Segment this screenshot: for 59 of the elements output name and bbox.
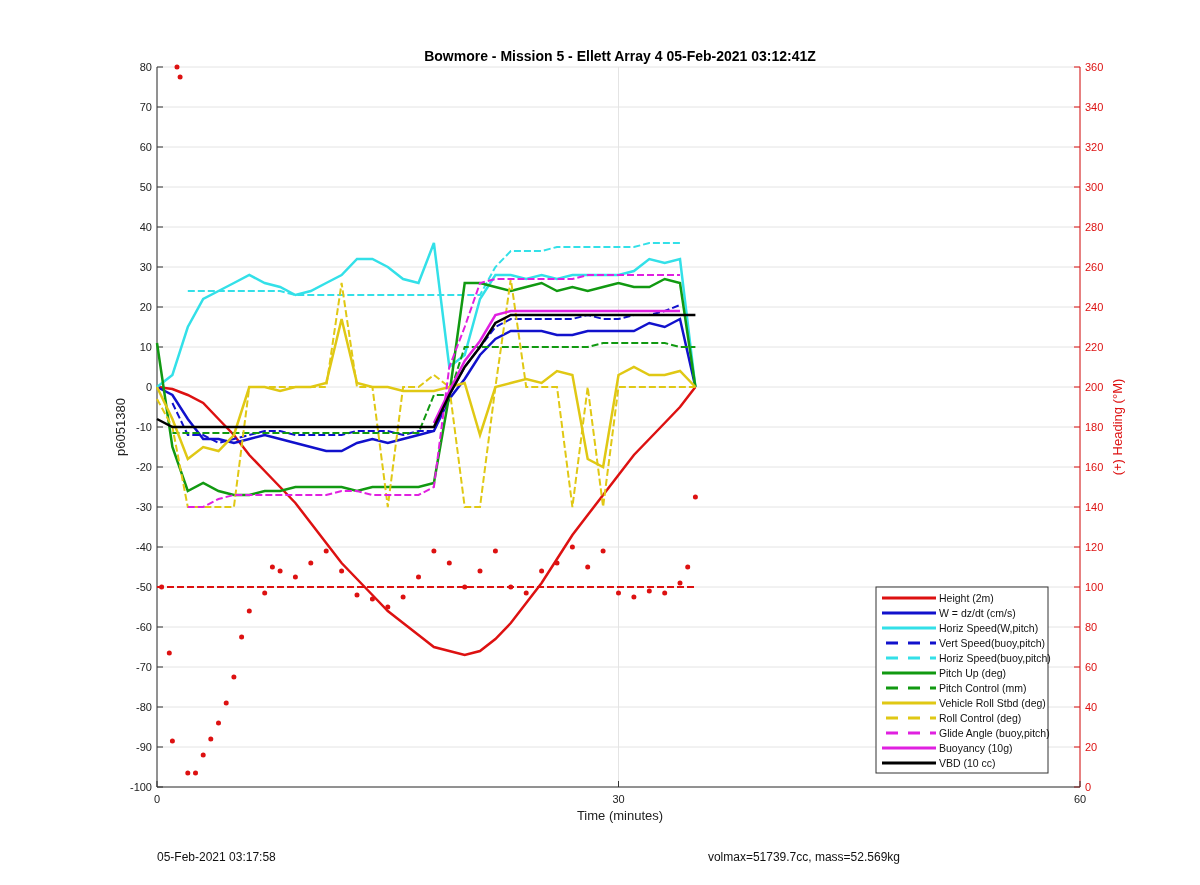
tick-label: -80 <box>136 701 152 713</box>
tick-label: 30 <box>139 261 152 273</box>
tick-label: 300 <box>1085 181 1104 193</box>
tick-label: 160 <box>1085 461 1104 473</box>
chart-title: Bowmore - Mission 5 - Ellett Array 4 05-Feb-2021 03:12:41Z <box>424 48 816 64</box>
tick-label: 30 <box>612 793 625 805</box>
timestamp: 05-Feb-2021 03:17:58 <box>157 850 276 864</box>
legend-label: VBD (10 cc) <box>939 757 996 769</box>
tick-label: 80 <box>139 61 152 73</box>
tick-label: 60 <box>139 141 152 153</box>
tick-label: -10 <box>136 421 152 433</box>
y2-axis-label: (+) Heading (°M) <box>1110 378 1125 476</box>
tick-label: 180 <box>1085 421 1104 433</box>
tick-label: 120 <box>1085 541 1104 553</box>
tick-label: 60 <box>1073 793 1087 805</box>
summary-text: volmax=51739.7cc, mass=52.569kg <box>707 850 900 864</box>
legend-label: Height (2m) <box>939 592 994 604</box>
tick-label: -40 <box>136 541 152 553</box>
tick-label: 60 <box>1085 661 1098 673</box>
legend-label: Roll Control (deg) <box>939 712 1022 724</box>
tick-label: -60 <box>136 621 152 633</box>
tick-label: 320 <box>1085 141 1104 153</box>
tick-label: 360 <box>1085 61 1104 73</box>
tick-label: 340 <box>1085 101 1104 113</box>
tick-label: 240 <box>1085 301 1104 313</box>
tick-label: 20 <box>1085 741 1098 753</box>
tick-label: 200 <box>1085 381 1104 393</box>
legend-label: W = dz/dt (cm/s) <box>939 607 1016 619</box>
y-axis-label: p6051380 <box>113 398 128 456</box>
tick-label: 80 <box>1085 621 1098 633</box>
tick-label: -50 <box>136 581 152 593</box>
tick-label: 40 <box>139 221 152 233</box>
x-axis-label: Time (minutes) <box>576 808 664 823</box>
tick-label: 140 <box>1085 501 1104 513</box>
tick-label: 50 <box>139 181 152 193</box>
legend-label: Horiz Speed(buoy,pitch) <box>939 652 1051 664</box>
tick-label: -100 <box>129 781 152 793</box>
tick-label: 20 <box>139 301 152 313</box>
tick-label: -30 <box>136 501 152 513</box>
legend-label: Pitch Up (deg) <box>939 667 1007 679</box>
tick-label: 280 <box>1085 221 1104 233</box>
legend-label: Vert Speed(buoy,pitch) <box>939 637 1046 649</box>
tick-label: 70 <box>139 101 152 113</box>
tick-label: 0 <box>145 381 152 393</box>
tick-label: 220 <box>1085 341 1104 353</box>
legend-label: Horiz Speed(W,pitch) <box>939 622 1039 634</box>
tick-label: 260 <box>1085 261 1104 273</box>
tick-label: -20 <box>136 461 152 473</box>
tick-label: 10 <box>139 341 152 353</box>
legend-label: Buoyancy (10g) <box>939 742 1013 754</box>
tick-label: 0 <box>153 793 161 805</box>
legend-label: Glide Angle (buoy,pitch) <box>939 727 1050 739</box>
tick-label: 0 <box>1085 781 1092 793</box>
legend-label: Pitch Control (mm) <box>939 682 1027 694</box>
tick-label: -70 <box>136 661 152 673</box>
tick-label: -90 <box>136 741 152 753</box>
legend-label: Vehicle Roll Stbd (deg) <box>939 697 1046 709</box>
tick-label: 40 <box>1085 701 1098 713</box>
tick-label: 100 <box>1085 581 1104 593</box>
